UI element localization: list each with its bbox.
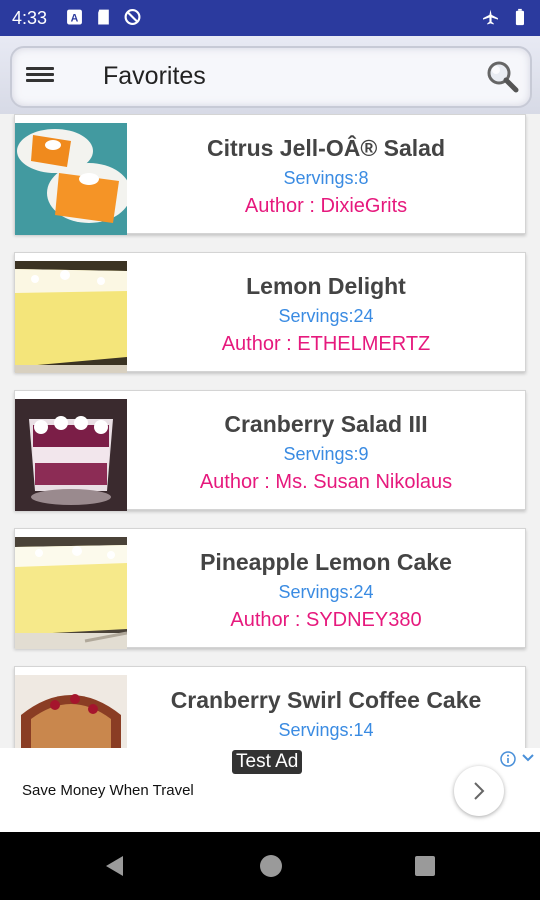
ad-banner[interactable]: Test Ad Save Money When Travel bbox=[0, 748, 540, 832]
status-time: 4:33 bbox=[12, 8, 48, 28]
app-bar: Favorites bbox=[0, 36, 540, 114]
recipe-thumbnail bbox=[15, 123, 127, 235]
toolbar-frame: Favorites bbox=[10, 46, 532, 108]
ad-next-button[interactable] bbox=[454, 766, 504, 816]
recipe-card[interactable]: Citrus Jell-OÂ® Salad Servings:8 Author … bbox=[14, 114, 526, 235]
recents-square-icon[interactable] bbox=[414, 855, 436, 877]
sd-card-icon bbox=[98, 9, 109, 25]
recipe-servings: Servings:8 bbox=[283, 168, 369, 188]
recipe-thumbnail bbox=[15, 537, 127, 649]
chevron-right-icon bbox=[474, 782, 485, 800]
recipe-author: Author : Ms. Susan Nikolaus bbox=[199, 471, 453, 493]
recipe-author: Author : SYDNEY380 bbox=[230, 609, 422, 631]
ad-text: Save Money When Travel bbox=[22, 782, 194, 799]
recipe-servings: Servings:24 bbox=[278, 582, 374, 602]
do-not-disturb-icon bbox=[124, 9, 141, 25]
recipe-name: Pineapple Lemon Cake bbox=[200, 549, 452, 575]
recipe-author: Author : ETHELMERTZ bbox=[221, 333, 431, 355]
recipe-servings: Servings:9 bbox=[283, 444, 369, 464]
airplane-mode-icon bbox=[483, 9, 498, 25]
recipe-thumbnail bbox=[15, 675, 127, 748]
recipe-name: Citrus Jell-OÂ® Salad bbox=[206, 135, 446, 161]
home-circle-icon[interactable] bbox=[259, 854, 283, 878]
system-nav-bar bbox=[0, 832, 540, 900]
svg-text:A: A bbox=[71, 12, 79, 24]
status-bar: 4:33 A bbox=[0, 0, 540, 36]
hamburger-menu-icon[interactable] bbox=[26, 64, 54, 88]
recipe-card[interactable]: Cranberry Salad III Servings:9 Author : … bbox=[14, 390, 526, 511]
recipe-name: Lemon Delight bbox=[246, 273, 406, 299]
recipe-name: Cranberry Salad III bbox=[224, 411, 428, 437]
ad-info-icon[interactable] bbox=[500, 751, 516, 767]
recipe-card[interactable]: Pineapple Lemon Cake Servings:24 Author … bbox=[14, 528, 526, 649]
recipe-author: Author : DixieGrits bbox=[244, 195, 408, 217]
favorites-list[interactable]: Citrus Jell-OÂ® Salad Servings:8 Author … bbox=[0, 114, 540, 748]
recipe-thumbnail bbox=[15, 399, 127, 511]
recipe-servings: Servings:14 bbox=[278, 720, 374, 740]
chevron-down-icon[interactable] bbox=[522, 753, 534, 763]
test-ad-badge: Test Ad bbox=[232, 750, 303, 774]
search-icon[interactable] bbox=[484, 58, 520, 94]
recipe-card[interactable]: Cranberry Swirl Coffee Cake Servings:14 bbox=[14, 666, 526, 748]
back-triangle-icon[interactable] bbox=[103, 854, 127, 878]
battery-icon bbox=[515, 8, 524, 26]
a-badge-icon: A bbox=[67, 9, 82, 25]
page-title: Favorites bbox=[103, 62, 206, 90]
recipe-thumbnail bbox=[15, 261, 127, 373]
recipe-name: Cranberry Swirl Coffee Cake bbox=[170, 687, 482, 713]
recipe-card[interactable]: Lemon Delight Servings:24 Author : ETHEL… bbox=[14, 252, 526, 373]
recipe-servings: Servings:24 bbox=[278, 306, 374, 326]
